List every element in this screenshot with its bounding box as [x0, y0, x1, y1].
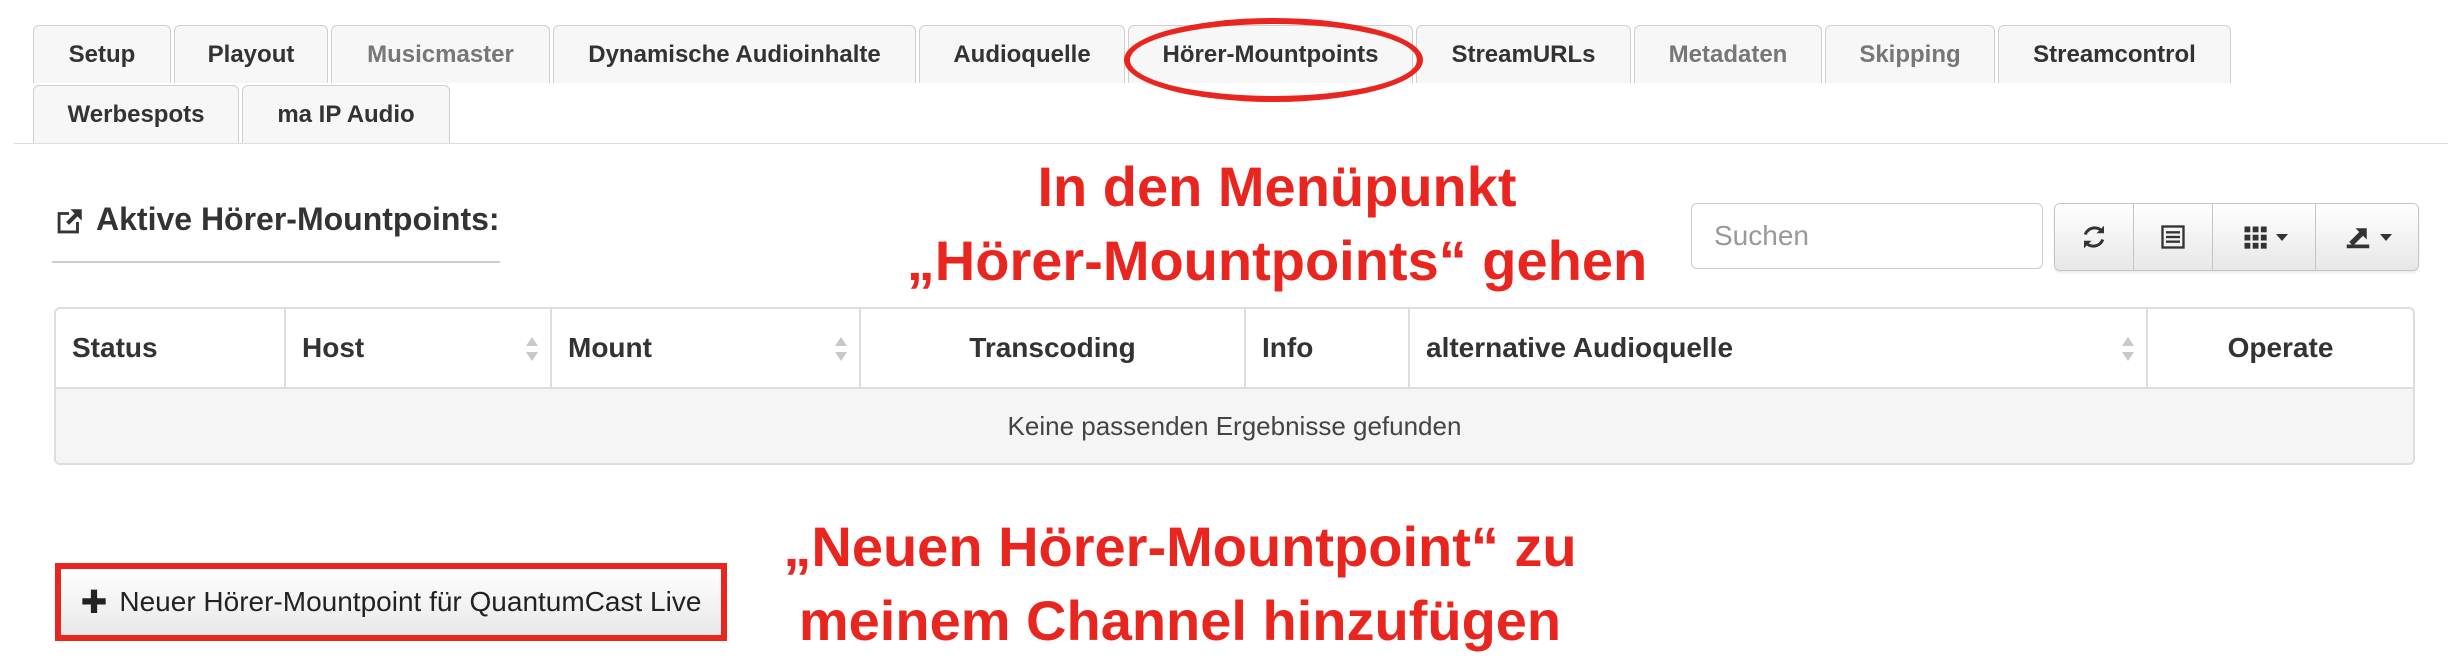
- tab-metadaten[interactable]: Metadaten: [1634, 25, 1822, 83]
- toggle-view-button[interactable]: [2134, 204, 2213, 270]
- refresh-icon: [2083, 225, 2105, 249]
- section-title: Aktive Hörer-Mountpoints:: [96, 201, 500, 237]
- columns-dropdown-button[interactable]: [2213, 204, 2316, 270]
- mountpoints-table: Status Host Mount Transcoding Info alter…: [54, 307, 2415, 465]
- column-alternative-audioquelle-label: alternative Audioquelle: [1426, 332, 1734, 363]
- sort-icon: [2122, 337, 2134, 361]
- annotation-top-line-2: „Hörer-Mountpoints“ gehen: [906, 229, 1648, 292]
- column-operate[interactable]: Operate: [2148, 309, 2413, 387]
- add-mountpoint-label: Neuer Hörer-Mountpoint für QuantumCast L…: [119, 586, 702, 617]
- tab-dynamische-audioinhalte[interactable]: Dynamische Audioinhalte: [553, 25, 916, 83]
- empty-table-row: Keine passenden Ergebnisse gefunden: [56, 389, 2413, 463]
- column-host-label: Host: [302, 332, 365, 363]
- column-mount-label: Mount: [568, 332, 652, 363]
- refresh-button[interactable]: [2055, 204, 2134, 270]
- list-view-icon: [2161, 225, 2185, 249]
- tabs-divider: [14, 143, 2448, 144]
- search-input[interactable]: [1691, 203, 2043, 269]
- column-operate-label: Operate: [2227, 332, 2334, 363]
- column-transcoding-label: Transcoding: [969, 332, 1136, 363]
- column-status[interactable]: Status: [56, 309, 286, 387]
- export-icon: [2346, 228, 2369, 249]
- annotation-bottom-line-2: meinem Channel hinzufügen: [798, 589, 1562, 652]
- tab-werbespots[interactable]: Werbespots: [33, 85, 239, 143]
- annotation-top: In den Menüpunkt „Hörer-Mountpoints“ geh…: [877, 150, 1677, 298]
- column-host[interactable]: Host: [286, 309, 552, 387]
- external-link-icon: [57, 209, 82, 234]
- tab-skipping[interactable]: Skipping: [1825, 25, 1995, 83]
- column-status-label: Status: [72, 332, 158, 363]
- tab-hoerer-mountpoints[interactable]: Hörer-Mountpoints: [1128, 25, 1413, 83]
- tab-streamcontrol[interactable]: Streamcontrol: [1998, 25, 2231, 83]
- export-dropdown-button[interactable]: [2316, 204, 2418, 270]
- empty-message: Keine passenden Ergebnisse gefunden: [1007, 410, 1462, 441]
- add-mountpoint-button-face: ✚ Neuer Hörer-Mountpoint für QuantumCast…: [61, 569, 721, 635]
- plus-icon: ✚: [80, 584, 108, 620]
- table-header: Status Host Mount Transcoding Info alter…: [56, 309, 2413, 389]
- column-alternative-audioquelle[interactable]: alternative Audioquelle: [1410, 309, 2148, 387]
- sort-icon: [526, 337, 538, 361]
- section-heading: Aktive Hörer-Mountpoints:: [52, 201, 500, 263]
- tab-playout[interactable]: Playout: [174, 25, 328, 83]
- table-toolbar: [2054, 203, 2419, 271]
- tab-musicmaster[interactable]: Musicmaster: [331, 25, 550, 83]
- column-transcoding[interactable]: Transcoding: [861, 309, 1246, 387]
- tab-ma-ip-audio[interactable]: ma IP Audio: [242, 85, 450, 143]
- chevron-down-icon: [2275, 233, 2288, 241]
- annotation-bottom-line-1: „Neuen Hörer-Mountpoint“ zu: [783, 515, 1577, 578]
- add-mountpoint-button[interactable]: ✚ Neuer Hörer-Mountpoint für QuantumCast…: [55, 563, 727, 641]
- chevron-down-icon: [2379, 233, 2392, 241]
- columns-grid-icon: [2244, 226, 2267, 249]
- tab-audioquelle[interactable]: Audioquelle: [919, 25, 1125, 83]
- annotation-bottom: „Neuen Hörer-Mountpoint“ zu meinem Chann…: [740, 510, 1620, 658]
- tab-bar-row-1: Setup Playout Musicmaster Dynamische Aud…: [33, 25, 2234, 83]
- column-mount[interactable]: Mount: [552, 309, 861, 387]
- tab-bar-row-2: Werbespots ma IP Audio: [33, 85, 453, 143]
- annotation-top-line-1: In den Menüpunkt: [1037, 155, 1517, 218]
- column-info[interactable]: Info: [1246, 309, 1410, 387]
- column-info-label: Info: [1262, 332, 1314, 363]
- tab-setup[interactable]: Setup: [33, 25, 171, 83]
- tab-streamurls[interactable]: StreamURLs: [1416, 25, 1631, 83]
- sort-icon: [835, 337, 847, 361]
